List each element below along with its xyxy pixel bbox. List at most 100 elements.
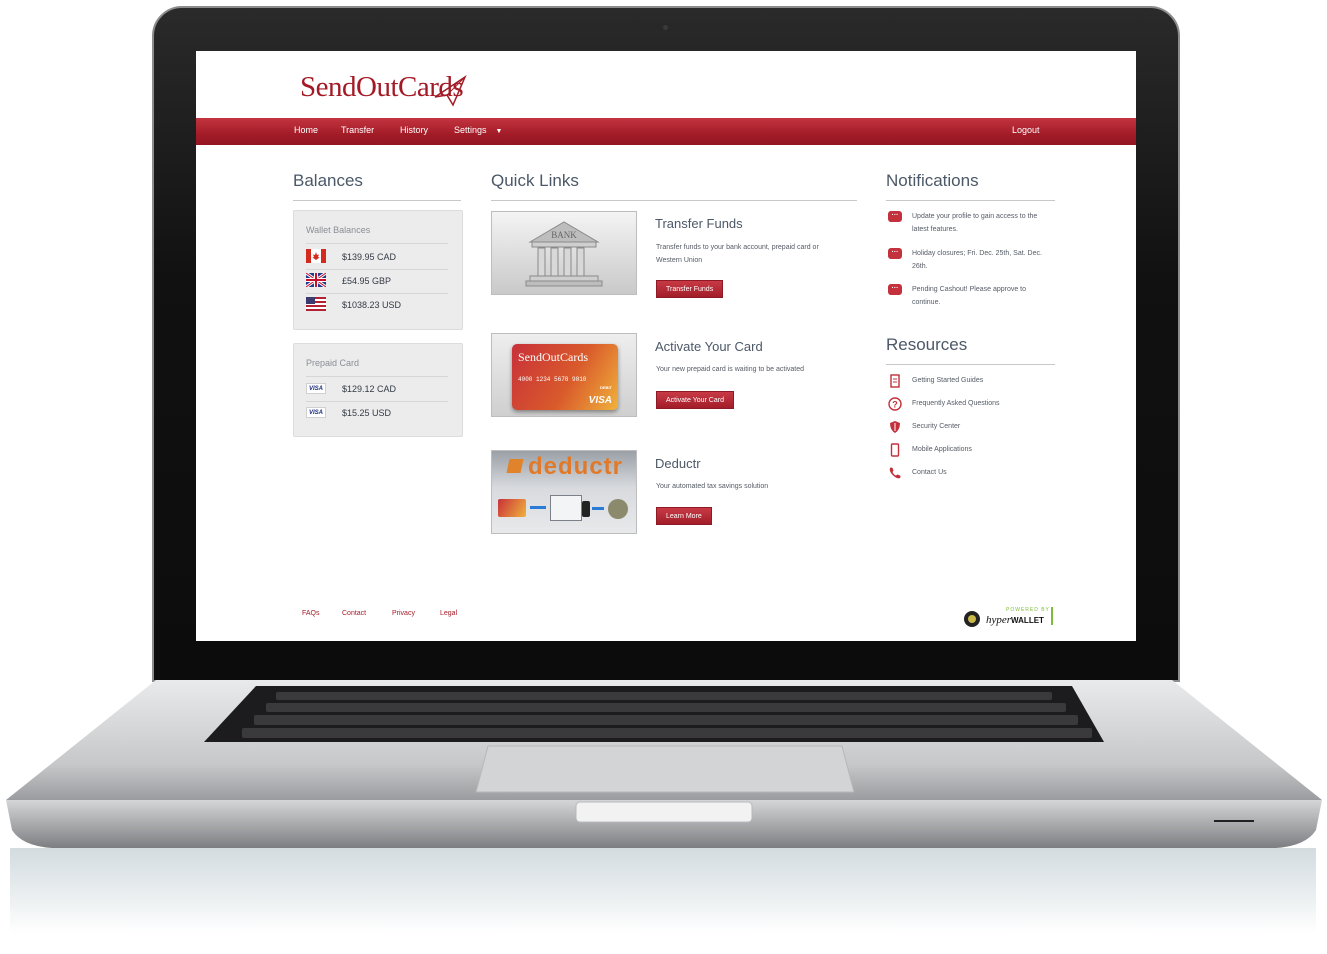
notifications-heading: Notifications (886, 171, 979, 190)
deductr-title: Deductr (655, 456, 701, 471)
canada-flag-icon (306, 249, 326, 263)
resource-mobile[interactable]: Mobile Applications (888, 443, 1058, 459)
resource-security[interactable]: Security Center (888, 420, 1058, 436)
transfer-funds-button[interactable]: Transfer Funds (656, 280, 724, 298)
chat-bubble-icon: ··· (888, 284, 902, 295)
notification-item[interactable]: ··· Pending Cashout! Please approve to c… (888, 283, 1058, 313)
resource-faq[interactable]: ? Frequently Asked Questions (888, 397, 1058, 413)
laptop-reflection (10, 848, 1316, 933)
card-number: 4000 1234 5678 9010 (518, 376, 587, 383)
divider (1051, 607, 1053, 625)
visa-icon: VISA (306, 407, 326, 418)
laptop-graphic (550, 495, 582, 521)
divider (306, 293, 448, 294)
nav-home[interactable]: Home (294, 125, 318, 135)
hyper-text: hyper (986, 614, 1012, 626)
resources-heading: Resources (886, 335, 968, 354)
shield-icon (890, 421, 900, 433)
card-type: DEBIT (600, 385, 612, 390)
notification-item[interactable]: ··· Update your profile to gain access t… (888, 210, 1058, 240)
resource-contact[interactable]: Contact Us (888, 466, 1058, 482)
activate-card-title: Activate Your Card (655, 339, 763, 354)
mobile-icon (890, 443, 900, 457)
divider (886, 200, 1055, 201)
question-icon: ? (888, 397, 902, 411)
balance-amount: $139.95 CAD (342, 252, 397, 262)
divider (886, 364, 1055, 365)
notification-text: Holiday closures; Fri. Dec. 25th, Sat. D… (912, 250, 1042, 270)
notification-text: Update your profile to gain access to th… (912, 213, 1038, 233)
nav-settings-label: Settings (454, 125, 487, 135)
chevron-down-icon: ▼ (495, 128, 503, 135)
camera-icon (663, 25, 668, 30)
divider (491, 200, 857, 201)
resource-label: Contact Us (912, 469, 947, 476)
prepaid-card-graphic: SendOutCards 4000 1234 5678 9010 DEBIT V… (512, 344, 618, 410)
bank-icon: BANK (525, 221, 603, 287)
bank-image[interactable]: BANK (491, 211, 637, 295)
activate-card-description: Your new prepaid card is waiting to be a… (656, 366, 804, 373)
nav-history[interactable]: History (400, 125, 428, 135)
bank-label: BANK (551, 230, 577, 240)
transfer-funds-title: Transfer Funds (655, 216, 743, 231)
prepaid-amount: $129.12 CAD (342, 384, 397, 394)
footer-contact-link[interactable]: Contact (342, 610, 366, 617)
hyperwallet-logo-icon (964, 611, 980, 627)
notification-text: Pending Cashout! Please approve to conti… (912, 286, 1027, 306)
deductr-description: Your automated tax savings solution (656, 483, 769, 490)
chat-bubble-icon: ··· (888, 211, 902, 222)
wallet-balances-panel: Wallet Balances $139.95 CAD £54.95 GBP $… (293, 210, 463, 330)
browser-screen: SendOutCards Home Transfer History Setti… (196, 51, 1136, 641)
sendoutcards-logo[interactable]: SendOutCards (300, 71, 467, 111)
uk-flag-icon (306, 273, 326, 287)
visa-icon: VISA (588, 395, 612, 406)
transfer-funds-description: Transfer funds to your bank account, pre… (656, 244, 819, 264)
quick-links-heading: Quick Links (491, 171, 579, 190)
arrow-icon (592, 507, 604, 510)
svg-text:?: ? (892, 400, 898, 410)
powered-by-text: POWERED BY (1006, 607, 1050, 613)
divider (293, 200, 461, 201)
arrow-icon (530, 506, 546, 509)
phone-icon (889, 467, 901, 479)
guide-icon (890, 374, 900, 388)
logo-text-send: Send (300, 71, 357, 103)
divider (306, 269, 448, 270)
resource-label: Frequently Asked Questions (912, 400, 1000, 407)
wallet-text: WALLET (1011, 616, 1044, 625)
divider (306, 376, 448, 377)
phone-graphic (582, 501, 590, 517)
powered-by-hyperwallet-logo: POWERED BY hyperWALLET (962, 607, 1054, 629)
card-graphic (498, 499, 526, 517)
balance-amount: £54.95 GBP (342, 276, 392, 286)
activate-card-button[interactable]: Activate Your Card (656, 391, 734, 409)
deductr-logo-text: deductr (528, 453, 624, 480)
paper-plane-logo-icon (434, 75, 467, 107)
divider (306, 401, 448, 402)
learn-more-button[interactable]: Learn More (656, 507, 712, 525)
us-flag-icon (306, 297, 326, 311)
resource-getting-started[interactable]: Getting Started Guides (888, 374, 1058, 390)
deductr-image[interactable]: deductr (491, 450, 637, 534)
nav-settings[interactable]: Settings ▼ (454, 125, 502, 135)
laptop-base (6, 680, 1322, 848)
notification-item[interactable]: ··· Holiday closures; Fri. Dec. 25th, Sa… (888, 247, 1058, 277)
footer-legal-link[interactable]: Legal (440, 610, 457, 617)
nav-transfer[interactable]: Transfer (341, 125, 374, 135)
balance-amount: $1038.23 USD (342, 300, 402, 310)
logout-link[interactable]: Logout (1012, 125, 1040, 135)
wallet-balances-title: Wallet Balances (306, 225, 371, 235)
footer-faqs-link[interactable]: FAQs (302, 610, 320, 617)
prepaid-card-panel: Prepaid Card VISA $129.12 CAD VISA $15.2… (293, 343, 463, 437)
prepaid-card-title: Prepaid Card (306, 358, 360, 368)
divider (306, 243, 448, 244)
card-brand-text: SendOutCards (518, 350, 588, 364)
prepaid-card-image[interactable]: SendOutCards 4000 1234 5678 9010 DEBIT V… (491, 333, 637, 417)
prepaid-amount: $15.25 USD (342, 408, 392, 418)
hyperwallet-text: hyperWALLET (986, 614, 1044, 626)
visa-icon: VISA (306, 383, 326, 394)
balances-heading: Balances (293, 171, 363, 190)
footer-privacy-link[interactable]: Privacy (392, 610, 415, 617)
main-navbar: Home Transfer History Settings ▼ Logout (196, 118, 1136, 145)
resource-label: Mobile Applications (912, 446, 972, 453)
